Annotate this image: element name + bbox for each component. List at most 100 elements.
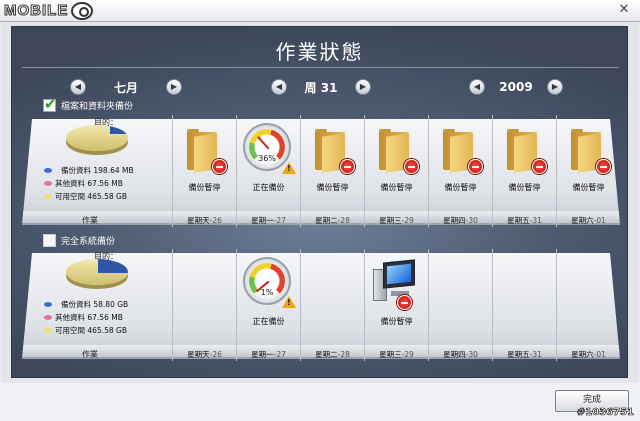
year-label: 2009 [499, 80, 533, 94]
system-backup-toggle[interactable]: 完全系統備份 [43, 234, 115, 247]
cell-date: 星期一-27 [251, 216, 286, 225]
yellow-dot-icon [44, 194, 52, 199]
cell-status: 備份暫停 [380, 183, 413, 192]
logo-mark-icon [71, 1, 94, 20]
warning-icon [282, 162, 296, 174]
status-panel: 作業狀態 ◀ 七月 ▶ ◀ 周 31 ▶ ◀ 2009 ▶ 檔案和資料夾備份 目… [11, 26, 628, 378]
system-backup-row: 目的： 備份資料 58.80 GB 其他資料 67.56 MB 可用空間 465… [22, 249, 620, 361]
cell-status: 正在備份 [252, 183, 285, 192]
cell-date: 星期天-26 [187, 350, 222, 359]
stop-icon [397, 295, 412, 310]
gauge-icon: 1% [243, 257, 296, 308]
system-backup-label: 完全系統備份 [61, 237, 116, 247]
blue-dot-icon [44, 168, 52, 173]
warning-icon [282, 296, 296, 308]
prev-year-button[interactable]: ◀ [469, 79, 485, 95]
cell-date: 星期五-31 [507, 350, 542, 359]
logo-text: MOBILE [3, 2, 69, 20]
title-bar: MOBILE ✕ [0, 0, 640, 22]
storage-pie-icon [66, 125, 128, 151]
week-label: 周 31 [304, 80, 338, 95]
legend-free: 可用空間 465.58 GB [44, 191, 127, 202]
system-backup-checkbox[interactable] [43, 234, 56, 247]
day-cell[interactable]: 36% 正在備份 星期一-27 [236, 115, 300, 227]
storage-pie-icon [66, 259, 128, 285]
cell-status: 備份暫停 [188, 183, 221, 192]
month-label: 七月 [113, 80, 138, 95]
day-cell[interactable]: 備份暫停 星期六-01 [556, 115, 620, 227]
stop-icon [340, 159, 355, 174]
cell-date: 星期六-01 [571, 216, 606, 225]
day-cell[interactable]: 備份暫停 星期四-30 [428, 115, 492, 227]
next-week-button[interactable]: ▶ [355, 79, 371, 95]
day-cell[interactable]: 1% 正在備份 星期一-27 [236, 249, 300, 361]
window-frame: 作業狀態 ◀ 七月 ▶ ◀ 周 31 ▶ ◀ 2009 ▶ 檔案和資料夾備份 目… [2, 22, 638, 383]
blue-dot-icon [44, 302, 52, 307]
file-backup-label: 檔案和資料夾備份 [61, 102, 134, 112]
cell-date: 星期三-29 [379, 350, 414, 359]
day-cell[interactable]: 星期六-01 [556, 249, 620, 361]
legend-other: 其他資料 67.56 MB [44, 178, 123, 189]
folder-stop-icon [187, 129, 227, 174]
prev-week-button[interactable]: ◀ [271, 79, 287, 95]
day-cell[interactable]: 星期天-26 [172, 249, 236, 361]
cell-date: 星期二-28 [315, 216, 350, 225]
month-navigator: ◀ 七月 ▶ [70, 77, 182, 97]
day-cell[interactable]: 星期四-30 [428, 249, 492, 361]
next-year-button[interactable]: ▶ [547, 79, 563, 95]
file-backup-checkbox[interactable] [43, 95, 57, 113]
day-cell[interactable]: 星期五-31 [492, 249, 556, 361]
cell-date: 星期三-29 [379, 216, 414, 225]
watermark: #1036751 [576, 407, 635, 419]
day-cell[interactable]: 備份暫停 星期二-28 [300, 115, 364, 227]
folder-stop-icon [379, 129, 419, 174]
folder-stop-icon [507, 129, 547, 174]
summary-footer: 作業 [82, 216, 98, 225]
title-divider [22, 67, 619, 68]
day-cell[interactable]: 星期二-28 [300, 249, 364, 361]
day-cell[interactable]: 備份暫停 星期三-29 [364, 115, 428, 227]
year-navigator: ◀ 2009 ▶ [469, 77, 563, 97]
prev-month-button[interactable]: ◀ [70, 79, 86, 95]
cell-date: 星期六-01 [571, 350, 606, 359]
next-month-button[interactable]: ▶ [166, 79, 182, 95]
day-cell[interactable]: 備份暫停 星期三-29 [364, 249, 428, 361]
computer-stop-icon [373, 259, 419, 310]
stop-icon [404, 159, 419, 174]
close-button[interactable]: ✕ [615, 2, 633, 18]
cell-status: 備份暫停 [572, 183, 605, 192]
file-backup-row: 目的： 備份資料 198.64 MB 其他資料 67.56 MB 可用空間 46… [22, 115, 620, 227]
bottom-bar: 完成 #1036751 [0, 383, 640, 421]
pink-dot-icon [44, 181, 52, 186]
folder-stop-icon [571, 129, 611, 174]
pink-dot-icon [44, 315, 52, 320]
cell-date: 星期四-30 [443, 350, 478, 359]
app-logo: MOBILE [3, 1, 94, 20]
cell-status: 備份暫停 [508, 183, 541, 192]
day-cells: 星期天-26 1% 正在備份 星期一-27 星期二-28 備份暫停 星期三-29… [172, 249, 620, 361]
stop-icon [596, 159, 611, 174]
cell-date: 星期天-26 [187, 216, 222, 225]
legend-backup: 備份資料 58.80 GB [44, 299, 128, 310]
stop-icon [212, 159, 227, 174]
yellow-dot-icon [44, 328, 52, 333]
row-summary: 目的： 備份資料 198.64 MB 其他資料 67.56 MB 可用空間 46… [22, 115, 172, 227]
cell-date: 星期一-27 [251, 350, 286, 359]
cell-status: 備份暫停 [444, 183, 477, 192]
summary-footer: 作業 [82, 350, 98, 359]
row-summary: 目的： 備份資料 58.80 GB 其他資料 67.56 MB 可用空間 465… [22, 249, 172, 361]
cell-date: 星期二-28 [315, 350, 350, 359]
folder-stop-icon [315, 129, 355, 174]
file-backup-toggle[interactable]: 檔案和資料夾備份 [43, 95, 134, 113]
page-title: 作業狀態 [275, 40, 364, 64]
cell-status: 正在備份 [252, 317, 285, 326]
gauge-icon: 36% [243, 123, 296, 174]
cell-status: 備份暫停 [316, 183, 349, 192]
legend-other: 其他資料 67.56 MB [44, 312, 123, 323]
day-cell[interactable]: 備份暫停 星期五-31 [492, 115, 556, 227]
cell-status: 備份暫停 [380, 317, 413, 326]
cell-date: 星期五-31 [507, 216, 542, 225]
legend-backup: 備份資料 198.64 MB [44, 165, 134, 176]
day-cell[interactable]: 備份暫停 星期天-26 [172, 115, 236, 227]
day-cells: 備份暫停 星期天-26 36% 正在備份 星期一-27 備份暫停 星期二-28 … [172, 115, 620, 227]
